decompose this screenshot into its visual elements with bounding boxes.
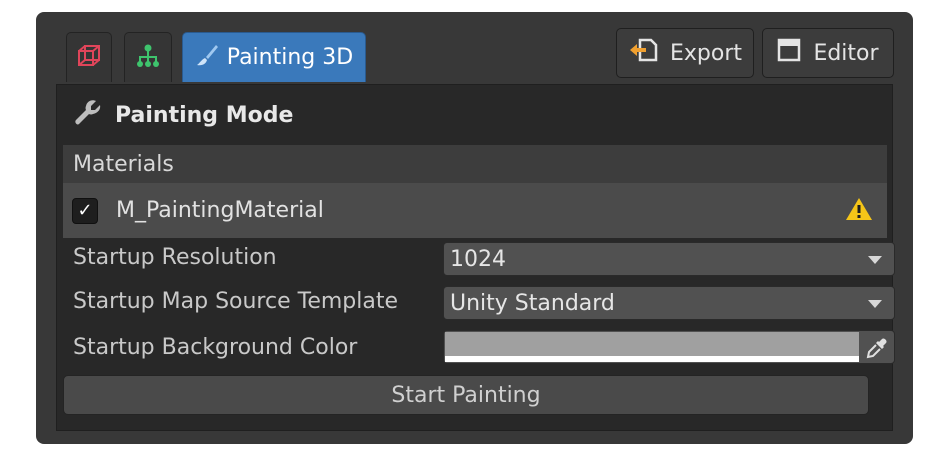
start-painting-button[interactable]: Start Painting [63, 375, 869, 415]
painting-mode-panel: Painting Mode Materials ✓ M_PaintingMate… [56, 84, 895, 431]
startup-resolution-label: Startup Resolution [73, 245, 277, 270]
color-swatch[interactable] [445, 332, 859, 356]
startup-template-value: Unity Standard [450, 290, 615, 316]
material-checkbox[interactable]: ✓ [72, 197, 98, 224]
editor-button[interactable]: Editor [762, 28, 894, 78]
paintbrush-icon [195, 43, 219, 73]
editor-label: Editor [813, 40, 879, 66]
wrench-icon [73, 98, 103, 132]
color-alpha-bar [445, 356, 859, 362]
export-label: Export [669, 40, 742, 66]
chevron-down-icon [868, 300, 882, 308]
tab-hierarchy[interactable] [124, 32, 172, 82]
cube-outline-icon [76, 43, 102, 73]
tab-mesh[interactable] [66, 32, 112, 82]
startup-resolution-value: 1024 [450, 246, 506, 272]
eyedropper-icon[interactable] [866, 337, 888, 363]
panel-header: Painting Mode [57, 85, 892, 145]
startup-template-label: Startup Map Source Template [73, 289, 399, 314]
hierarchy-icon [135, 43, 161, 73]
material-name: M_PaintingMaterial [116, 198, 324, 223]
background-color-field[interactable] [443, 330, 895, 364]
export-button[interactable]: Export [616, 28, 754, 78]
chevron-down-icon [868, 256, 882, 264]
tab-painting-3d[interactable]: Painting 3D [182, 32, 366, 82]
panel-title: Painting Mode [115, 102, 294, 128]
startup-template-dropdown[interactable]: Unity Standard [443, 286, 895, 320]
painting-window: Painting 3D Export Editor Painting Mode … [36, 12, 913, 444]
material-row[interactable]: ✓ M_PaintingMaterial [63, 183, 887, 238]
editor-window-icon [777, 38, 801, 68]
startup-resolution-dropdown[interactable]: 1024 [443, 242, 895, 276]
warning-icon [845, 196, 873, 228]
export-icon [628, 37, 658, 69]
materials-section-label: Materials [63, 145, 887, 183]
startup-background-label: Startup Background Color [73, 335, 358, 360]
tab-painting-3d-label: Painting 3D [226, 45, 354, 70]
